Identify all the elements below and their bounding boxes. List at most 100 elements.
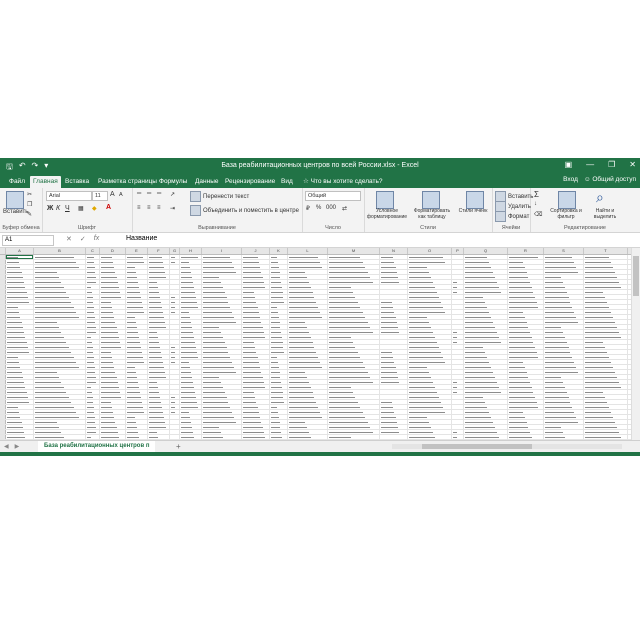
grid-cell[interactable] [86,285,100,289]
grid-cell[interactable] [170,400,180,404]
grid-cell[interactable] [34,380,86,384]
grid-cell[interactable] [288,430,328,434]
grid-cell[interactable] [180,275,202,279]
grid-cell[interactable] [452,390,464,394]
grid-cell[interactable] [452,295,464,299]
grid-cell[interactable] [584,375,628,379]
grid-cell[interactable] [202,400,242,404]
align-middle-icon[interactable]: ═ [147,191,151,197]
grid-cell[interactable] [34,385,86,389]
grid-cell[interactable] [452,410,464,414]
grid-cell[interactable] [242,355,270,359]
grid-cell[interactable] [408,400,452,404]
grid-cell[interactable] [544,310,584,314]
align-top-icon[interactable]: ═ [137,191,141,197]
currency-icon[interactable]: ₽ [306,205,310,212]
grid-cell[interactable] [408,395,452,399]
grid-cell[interactable] [452,380,464,384]
decimal-icon[interactable]: ⇄ [342,205,347,212]
column-header[interactable]: Q [464,248,508,254]
grid-cell[interactable] [100,405,126,409]
grid-cell[interactable] [202,325,242,329]
grid-cell[interactable] [288,410,328,414]
grid-cell[interactable] [100,360,126,364]
grid-cell[interactable] [452,315,464,319]
grid-cell[interactable] [202,320,242,324]
grid-cell[interactable] [148,345,170,349]
grid-cell[interactable] [288,365,328,369]
grid-cell[interactable] [170,275,180,279]
grid-cell[interactable] [202,410,242,414]
grid-cell[interactable] [508,305,544,309]
grid-cell[interactable] [328,340,380,344]
grid-cell[interactable] [452,320,464,324]
align-center-icon[interactable]: ≡ [147,205,151,211]
grid-cell[interactable] [180,435,202,439]
grid-cell[interactable] [242,290,270,294]
grid-cell[interactable] [328,310,380,314]
grid-cell[interactable] [408,345,452,349]
grid-cell[interactable] [126,265,148,269]
grid-cell[interactable] [170,420,180,424]
grid-cell[interactable] [242,410,270,414]
grid-cell[interactable] [408,430,452,434]
column-header[interactable]: A [6,248,34,254]
grid-cell[interactable] [180,425,202,429]
signin-link[interactable]: Вход [563,176,578,183]
tell-me-search[interactable]: ☆ Что вы хотите сделать? [300,176,386,188]
select-all-corner[interactable] [0,248,6,254]
grid-cell[interactable] [452,350,464,354]
grid-cell[interactable] [126,325,148,329]
grid-cell[interactable] [100,330,126,334]
grid-cell[interactable] [126,335,148,339]
grid-cell[interactable] [408,255,452,259]
grid-cell[interactable] [508,340,544,344]
grid-cell[interactable] [380,350,408,354]
grid-cell[interactable] [380,415,408,419]
grid-cell[interactable] [100,275,126,279]
grid-cell[interactable] [100,390,126,394]
grid-cell[interactable] [86,280,100,284]
restore-icon[interactable]: ❐ [608,160,615,169]
grid-cell[interactable] [380,275,408,279]
column-header[interactable]: T [584,248,628,254]
grid-cell[interactable] [380,370,408,374]
grid-cell[interactable] [270,395,288,399]
grid-cell[interactable] [148,335,170,339]
italic-button[interactable]: К [56,205,60,212]
grid-cell[interactable] [380,330,408,334]
grid-cell[interactable] [270,405,288,409]
grid-cell[interactable] [6,365,34,369]
grid-cell[interactable] [464,355,508,359]
minimize-icon[interactable]: — [586,160,594,169]
grid-cell[interactable] [270,385,288,389]
grid-cell[interactable] [242,400,270,404]
grid-cell[interactable] [328,325,380,329]
grid-cell[interactable] [508,335,544,339]
grid-cell[interactable] [288,405,328,409]
grid-cell[interactable] [148,255,170,259]
grid-cell[interactable] [464,260,508,264]
grid-cell[interactable] [288,285,328,289]
grid-cell[interactable] [126,320,148,324]
function-icon[interactable]: fx [94,235,99,243]
grid-cell[interactable] [170,430,180,434]
grid-cell[interactable] [270,335,288,339]
sort-filter-button[interactable]: Сортировка и фильтр [546,208,586,220]
grid-cell[interactable] [100,295,126,299]
grid-cell[interactable] [464,410,508,414]
grid-cell[interactable] [6,375,34,379]
grid-cell[interactable] [288,360,328,364]
grid-cell[interactable] [86,355,100,359]
grid-cell[interactable] [202,385,242,389]
grid-cell[interactable] [328,295,380,299]
grid-cell[interactable] [544,280,584,284]
grid-cell[interactable] [180,375,202,379]
grid-cell[interactable] [6,360,34,364]
grid-cell[interactable] [202,340,242,344]
grid-cell[interactable] [242,370,270,374]
column-header[interactable]: J [242,248,270,254]
grid-cell[interactable] [544,400,584,404]
grid-cell[interactable] [288,275,328,279]
grid-cell[interactable] [34,425,86,429]
